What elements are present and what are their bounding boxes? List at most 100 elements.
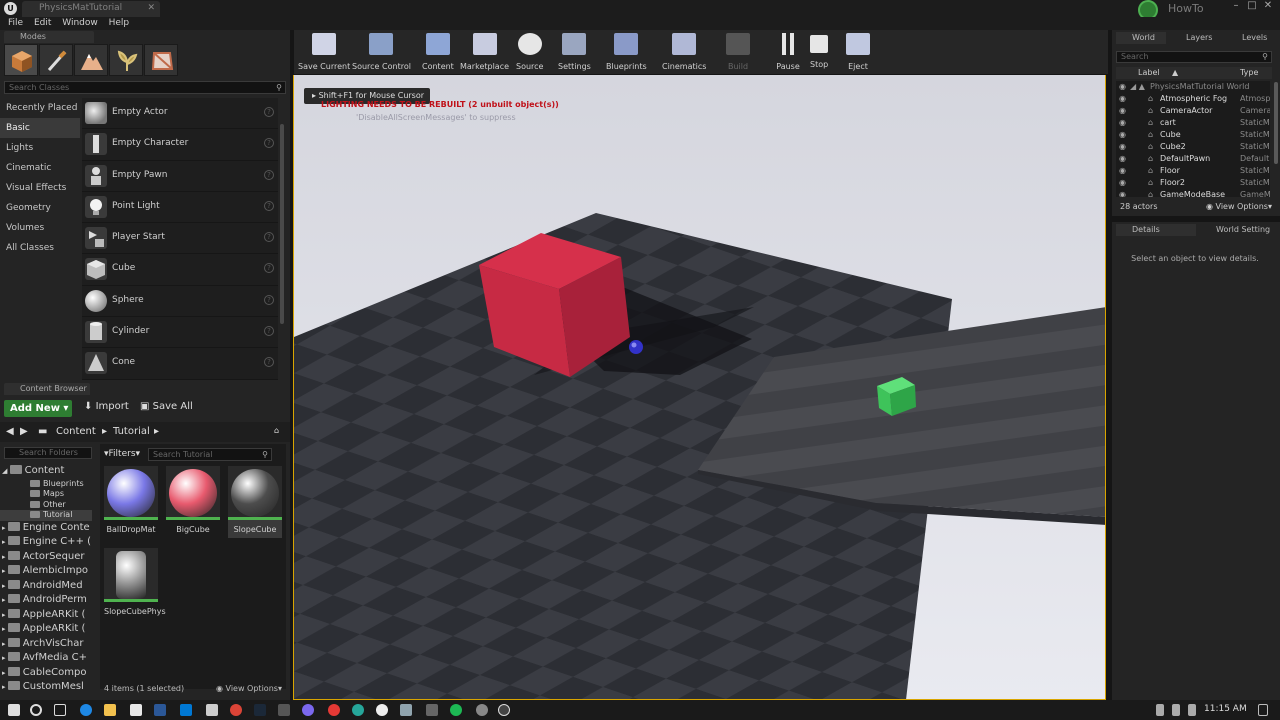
outliner-row[interactable]: ◉ ⌂ GameModeBase GameMode <box>1116 189 1270 197</box>
outliner-row[interactable]: ◉ ⌂ CameraActor CameraAct <box>1116 105 1270 117</box>
outliner-row[interactable]: ◉ ⌂ Cube StaticMesh <box>1116 129 1270 141</box>
category-lights[interactable]: Lights <box>0 138 80 158</box>
help-icon[interactable]: ? <box>264 138 274 149</box>
help-icon[interactable]: ? <box>264 200 274 211</box>
folder-tree-item[interactable]: Maps <box>0 489 92 500</box>
expand-arrow-icon[interactable]: ▸ <box>2 553 8 561</box>
outliner-row[interactable]: ◉ ⌂ cart StaticMesh <box>1116 117 1270 129</box>
close-button[interactable]: ✕ <box>1260 0 1276 11</box>
help-icon[interactable]: ? <box>264 169 274 180</box>
outliner-row[interactable]: ◉ ⌂ DefaultPawn DefaultPav <box>1116 153 1270 165</box>
toolbar-settings-button[interactable]: Settings <box>558 33 591 71</box>
asset-tile[interactable]: SlopeCubePhys <box>104 548 166 616</box>
outliner-view-options-button[interactable]: ◉ View Options▾ <box>1206 202 1272 211</box>
visibility-eye-icon[interactable]: ◉ <box>1119 81 1126 93</box>
category-recently-placed[interactable]: Recently Placed <box>0 98 80 118</box>
place-item-cube[interactable]: Cube? <box>82 254 278 286</box>
folder-tree-item[interactable]: ▸ AvfMedia C+ <box>0 651 92 666</box>
steam-icon[interactable] <box>254 704 266 716</box>
toolbar-marketplace-button[interactable]: Marketplace <box>460 33 509 71</box>
spotify-icon[interactable] <box>450 704 462 716</box>
store-icon[interactable] <box>130 704 142 716</box>
task-view-icon[interactable] <box>54 704 66 716</box>
folder-tree-item[interactable]: ▸ AndroidMed <box>0 579 92 594</box>
import-button[interactable]: ⬇ Import <box>84 401 129 412</box>
foliage-mode-button[interactable] <box>109 44 143 76</box>
modes-tab[interactable]: Modes <box>4 31 94 43</box>
asset-tile[interactable]: BigCube <box>166 466 220 534</box>
help-icon[interactable]: ? <box>264 357 274 368</box>
category-visual-effects[interactable]: Visual Effects <box>0 178 80 198</box>
app-icon[interactable] <box>352 704 364 716</box>
outliner-row[interactable]: ◉ ⌂ Cube2 StaticMesh <box>1116 141 1270 153</box>
expand-arrow-icon[interactable]: ▸ <box>2 524 8 532</box>
toolbar-blueprints-button[interactable]: Blueprints <box>606 33 647 71</box>
app-icon[interactable] <box>400 704 412 716</box>
folder-search-input[interactable]: Search Folders <box>4 447 92 459</box>
unreal-logo-icon[interactable]: U <box>4 2 17 15</box>
outliner-row[interactable]: ◉ ⌂ Atmospheric Fog Atmospher <box>1116 93 1270 105</box>
category-basic[interactable]: Basic <box>0 118 80 138</box>
category-geometry[interactable]: Geometry <box>0 198 80 218</box>
visibility-eye-icon[interactable]: ◉ <box>1119 165 1126 177</box>
menu-window[interactable]: Window <box>62 17 98 29</box>
maximize-button[interactable]: □ <box>1244 0 1260 11</box>
place-item-cylinder[interactable]: Cylinder? <box>82 317 278 349</box>
app-icon[interactable] <box>278 704 290 716</box>
volume-icon[interactable] <box>1172 704 1180 716</box>
folder-tree-item[interactable]: ▸ AppleARKit ( <box>0 608 92 623</box>
folder-tree-item[interactable]: ▸ ActorSequer <box>0 550 92 565</box>
visibility-eye-icon[interactable]: ◉ <box>1119 93 1126 105</box>
visibility-eye-icon[interactable]: ◉ <box>1119 105 1126 117</box>
expand-arrow-icon[interactable]: ▸ <box>2 625 8 633</box>
breadcrumb-tutorial[interactable]: Tutorial <box>113 426 150 437</box>
app-icon[interactable] <box>302 704 314 716</box>
taskbar-clock[interactable]: 11:15 AM <box>1204 704 1247 714</box>
file-explorer-icon[interactable] <box>104 704 116 716</box>
help-icon[interactable]: ? <box>264 294 274 305</box>
network-icon[interactable] <box>1156 704 1164 716</box>
place-item-player-start[interactable]: Player Start? <box>82 223 278 255</box>
place-item-cone[interactable]: Cone? <box>82 348 278 380</box>
expand-arrow-icon[interactable]: ▸ <box>2 654 8 662</box>
toolbar-eject-button[interactable]: Eject <box>846 33 870 71</box>
filters-button[interactable]: ▾Filters▾ <box>104 449 140 459</box>
folder-tree-item[interactable]: ▸ Engine C++ ( <box>0 535 92 550</box>
folder-tree-item[interactable]: ▸ AlembicImpo <box>0 564 92 579</box>
tab-details[interactable]: Details <box>1116 224 1196 236</box>
expand-arrow-icon[interactable]: ▸ <box>2 596 8 604</box>
help-icon[interactable]: ? <box>264 107 274 117</box>
mail-icon[interactable] <box>180 704 192 716</box>
breadcrumb-content[interactable]: Content <box>56 426 96 437</box>
visibility-eye-icon[interactable]: ◉ <box>1119 177 1126 189</box>
folder-tree-item[interactable]: ▸ Engine Conte <box>0 521 92 536</box>
toolbar-pause-button[interactable]: Pause <box>776 33 800 71</box>
tab-levels[interactable]: Levels <box>1226 32 1278 44</box>
help-icon[interactable]: ? <box>264 263 274 274</box>
unreal-engine-taskbar-icon[interactable] <box>498 704 510 716</box>
document-tab[interactable]: PhysicsMatTutorial ✕ <box>22 1 160 17</box>
place-item-sphere[interactable]: Sphere? <box>82 286 278 318</box>
app-icon[interactable] <box>376 704 388 716</box>
folder-tree-item[interactable]: ▸ AppleARKit ( <box>0 622 92 637</box>
menu-help[interactable]: Help <box>109 17 130 29</box>
toolbar-stop-button[interactable]: Stop <box>810 33 828 69</box>
place-item-empty-character[interactable]: Empty Character? <box>82 129 278 161</box>
add-new-button[interactable]: Add New ▾ <box>4 400 72 417</box>
place-item-empty-actor[interactable]: Empty Actor? <box>82 98 278 130</box>
help-icon[interactable]: ? <box>264 326 274 337</box>
asset-tile[interactable]: SlopeCube <box>228 466 282 538</box>
asset-tile[interactable]: BallDropMat <box>104 466 158 534</box>
minimize-button[interactable]: – <box>1228 0 1244 11</box>
folder-tree-item[interactable]: Tutorial <box>0 510 92 521</box>
back-arrow-icon[interactable]: ◀ <box>6 426 14 437</box>
help-icon[interactable]: ? <box>264 232 274 243</box>
folder-tree-item[interactable]: ▸ CustomMesl <box>0 680 92 695</box>
app-icon[interactable] <box>426 704 438 716</box>
toolbar-source-control-button[interactable]: Source Control <box>352 33 411 71</box>
folder-tree-item[interactable]: Other <box>0 500 92 511</box>
outliner-row[interactable]: ◉ ⌂ Floor StaticMesh <box>1116 165 1270 177</box>
column-label[interactable]: Label <box>1138 68 1160 77</box>
app-icon[interactable] <box>206 704 218 716</box>
chrome-icon[interactable] <box>230 704 242 716</box>
